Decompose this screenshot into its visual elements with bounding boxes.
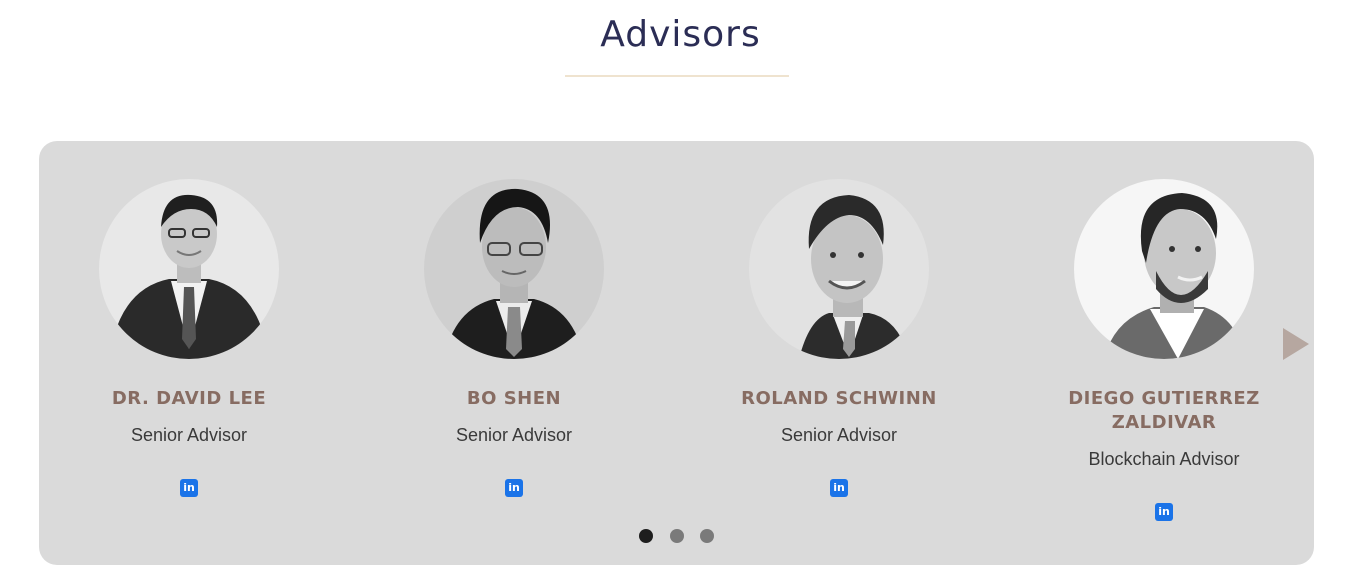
carousel-dot-1[interactable] bbox=[639, 529, 653, 543]
linkedin-icon[interactable]: in bbox=[180, 479, 198, 497]
advisor-name: DR. DAVID LEE bbox=[111, 388, 267, 409]
advisor-role: Blockchain Advisor bbox=[1088, 449, 1240, 469]
advisor-role: Senior Advisor bbox=[130, 425, 248, 445]
advisor-card-david-lee: DR. DAVID LEE Senior Advisor in bbox=[39, 179, 339, 497]
advisors-carousel: DR. DAVID LEE Senior Advisor in BO SHEN … bbox=[39, 141, 1314, 565]
advisor-card-bo-shen: BO SHEN Senior Advisor in bbox=[364, 179, 664, 497]
carousel-dot-3[interactable] bbox=[700, 529, 714, 543]
advisor-name: BO SHEN bbox=[466, 388, 562, 409]
linkedin-icon[interactable]: in bbox=[505, 479, 523, 497]
advisor-photo bbox=[99, 179, 279, 359]
advisor-name: DIEGO GUTIERREZ ZALDIVAR bbox=[1068, 388, 1260, 433]
carousel-next-icon[interactable] bbox=[1283, 328, 1309, 360]
advisor-role: Senior Advisor bbox=[780, 425, 898, 445]
advisor-card-roland-schwinn: ROLAND SCHWINN Senior Advisor in bbox=[689, 179, 989, 497]
advisors-section: Advisors DR. DAVID LEE Senior Advisor in… bbox=[0, 0, 1361, 586]
carousel-pagination bbox=[639, 529, 714, 543]
linkedin-icon[interactable]: in bbox=[830, 479, 848, 497]
advisor-photo bbox=[749, 179, 929, 359]
section-title: Advisors bbox=[600, 14, 761, 55]
advisor-role: Senior Advisor bbox=[455, 425, 573, 445]
advisor-photo bbox=[1074, 179, 1254, 359]
title-underline bbox=[565, 75, 789, 77]
linkedin-icon[interactable]: in bbox=[1155, 503, 1173, 521]
carousel-dot-2[interactable] bbox=[669, 529, 684, 543]
advisor-card-diego-gutierrez-zaldivar: DIEGO GUTIERREZ ZALDIVAR Blockchain Advi… bbox=[1014, 179, 1314, 521]
advisor-name: ROLAND SCHWINN bbox=[741, 388, 937, 409]
advisor-photo bbox=[424, 179, 604, 359]
